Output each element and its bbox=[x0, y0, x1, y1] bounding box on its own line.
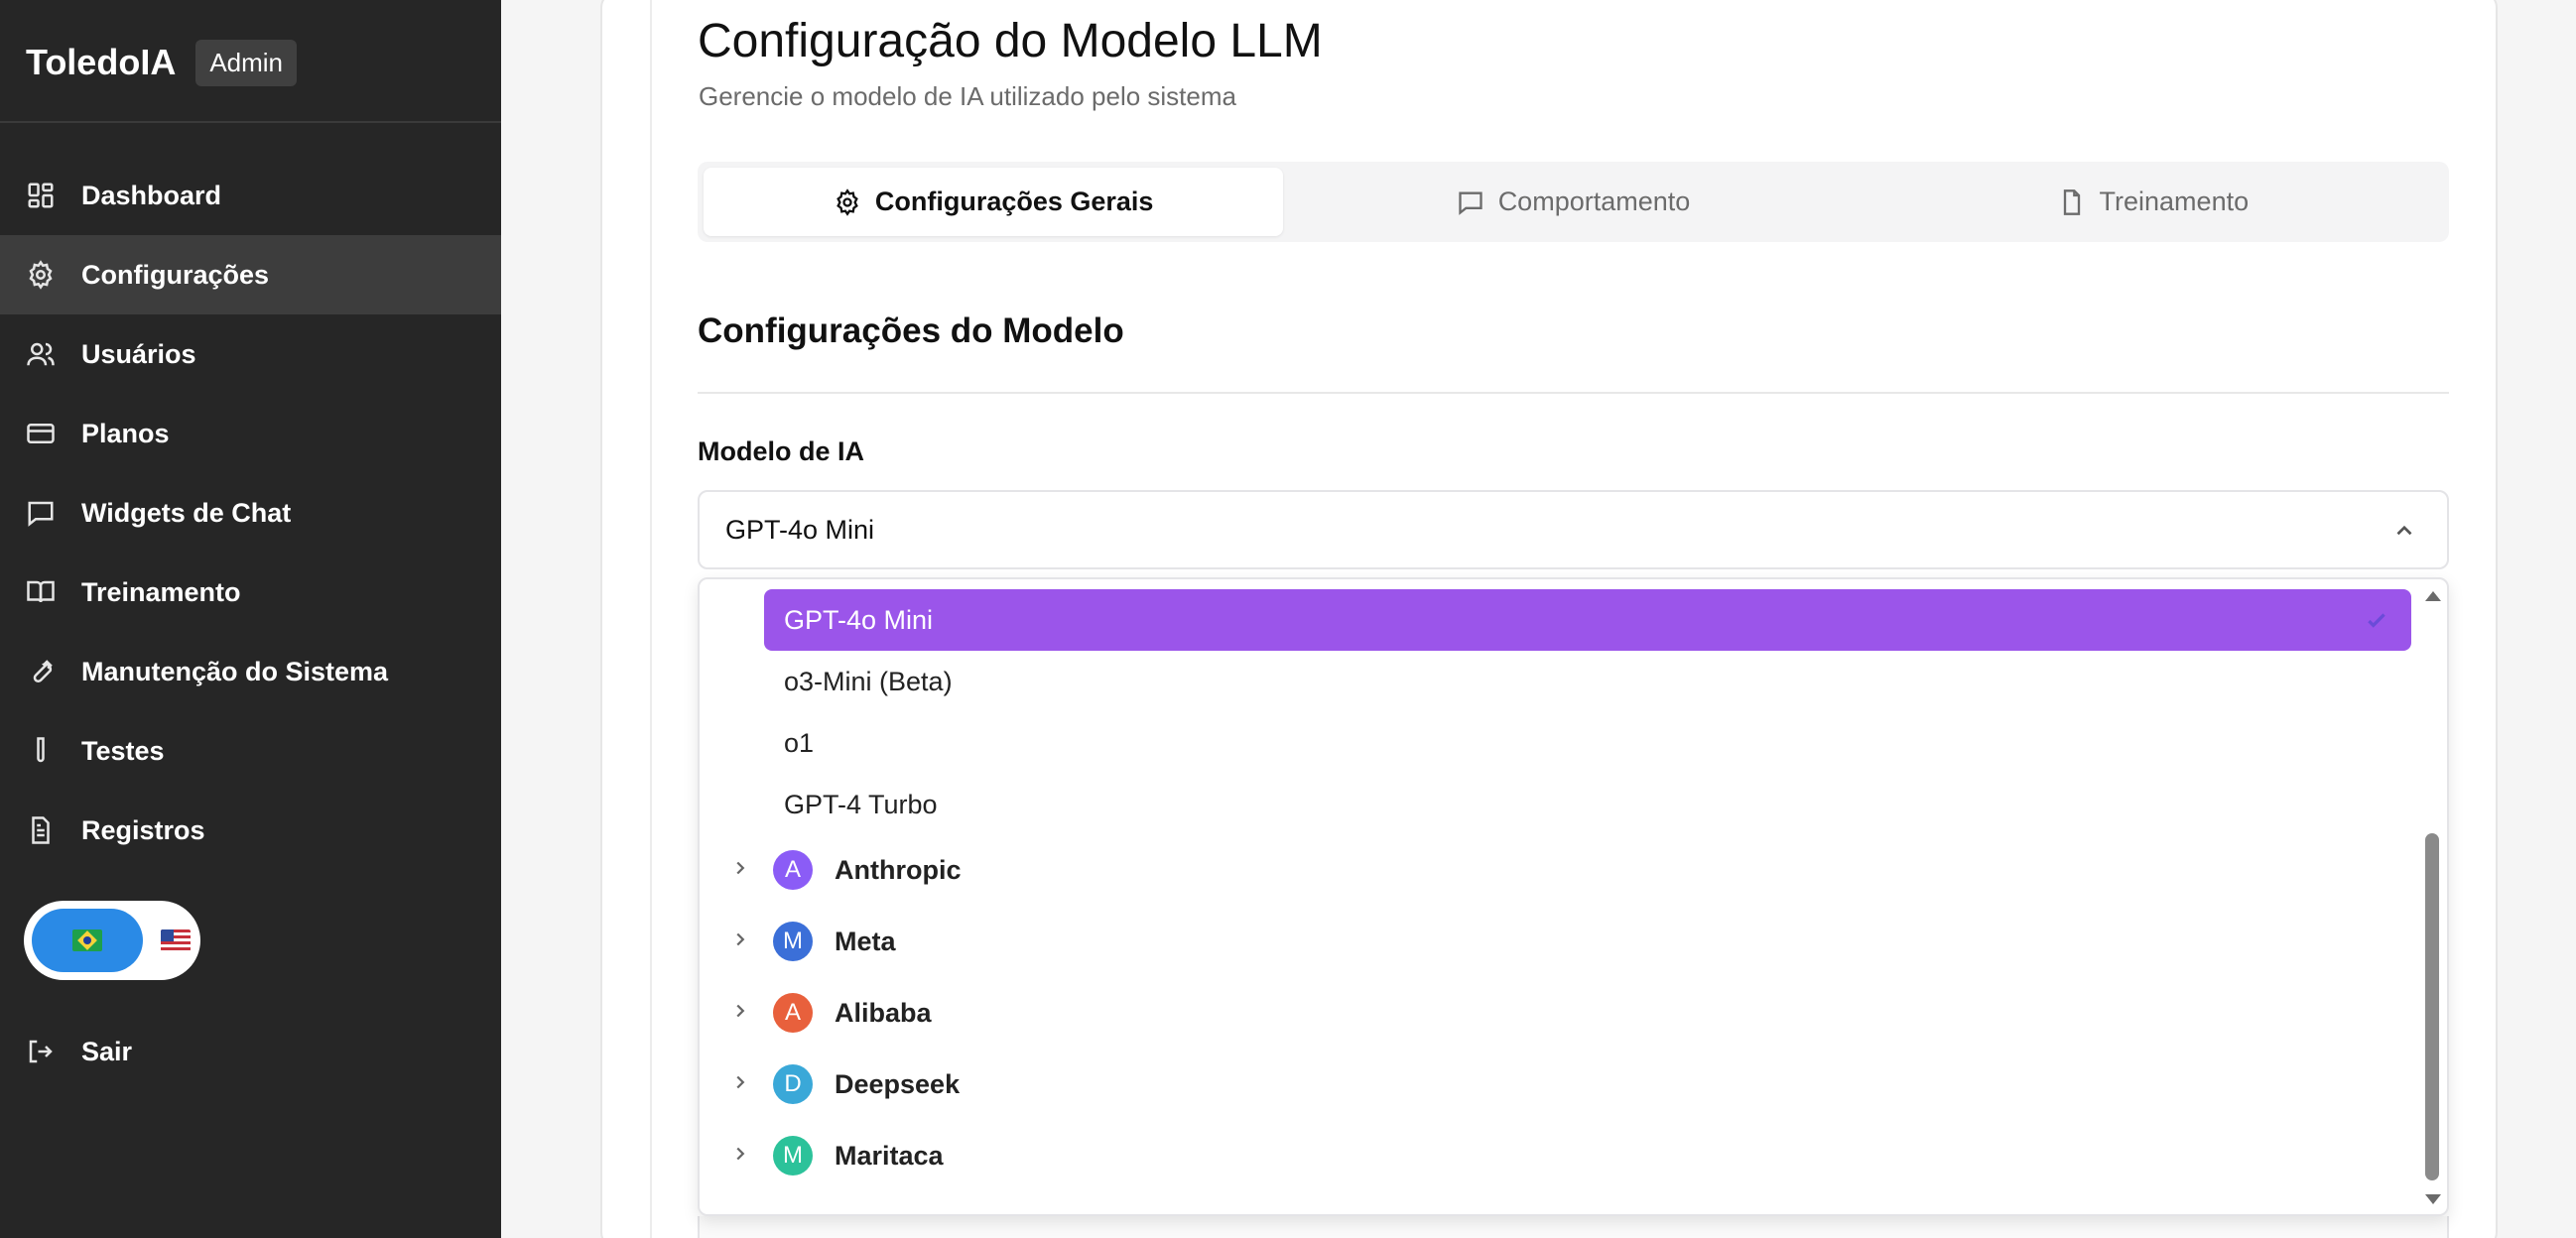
scrollbar-thumb[interactable] bbox=[2425, 833, 2439, 1180]
sidebar-item-treinamento[interactable]: Treinamento bbox=[0, 553, 501, 632]
logout-label: Sair bbox=[81, 1036, 133, 1066]
file-icon bbox=[2063, 188, 2080, 215]
section-title: Configurações do Modelo bbox=[698, 311, 1124, 350]
provider-avatar: D bbox=[773, 1064, 813, 1104]
sidebar-item-label: Widgets de Chat bbox=[81, 497, 292, 528]
sidebar-item-label: Manutenção do Sistema bbox=[81, 656, 389, 686]
us-flag-icon[interactable] bbox=[161, 929, 191, 951]
provider-label: Alibaba bbox=[835, 997, 932, 1028]
sidebar-item-testes[interactable]: Testes bbox=[0, 711, 501, 791]
sidebar-item-label: Testes bbox=[81, 735, 165, 766]
sidebar-item-manutencao[interactable]: Manutenção do Sistema bbox=[0, 632, 501, 711]
provider-avatar: M bbox=[773, 1136, 813, 1176]
section-divider bbox=[698, 392, 2449, 394]
chevron-right-icon bbox=[729, 855, 751, 886]
page-subtitle: Gerencie o modelo de IA utilizado pelo s… bbox=[699, 81, 1236, 111]
page-title: Configuração do Modelo LLM bbox=[698, 15, 1323, 67]
chevron-up-icon bbox=[2391, 518, 2417, 544]
check-icon bbox=[2364, 607, 2389, 633]
provider-avatar: A bbox=[773, 993, 813, 1033]
gear-icon bbox=[26, 260, 56, 290]
scroll-down-arrow-icon[interactable] bbox=[2425, 1194, 2441, 1204]
tab-label: Treinamento bbox=[2099, 186, 2250, 216]
wrench-icon bbox=[26, 657, 56, 686]
provider-group-maritaca[interactable]: M Maritaca bbox=[729, 1125, 944, 1186]
logout-icon bbox=[29, 1040, 53, 1063]
sidebar-item-usuarios[interactable]: Usuários bbox=[0, 314, 501, 394]
sidebar-item-dashboard[interactable]: Dashboard bbox=[0, 156, 501, 235]
sidebar-item-configuracoes[interactable]: Configurações bbox=[0, 235, 501, 314]
users-icon bbox=[26, 339, 56, 369]
provider-group-anthropic[interactable]: A Anthropic bbox=[729, 839, 962, 901]
tab-configuracoes-gerais[interactable]: Configurações Gerais bbox=[704, 168, 1284, 236]
chevron-right-icon bbox=[729, 998, 751, 1029]
option-label: o1 bbox=[784, 727, 815, 758]
sidebar-divider bbox=[0, 121, 501, 123]
chevron-right-icon bbox=[729, 927, 751, 957]
sidebar-nav: Dashboard Configurações Usuários Planos … bbox=[0, 156, 501, 870]
sidebar-item-label: Configurações bbox=[81, 259, 270, 290]
option-label: o3-Mini (Beta) bbox=[784, 666, 953, 696]
sidebar-item-planos[interactable]: Planos bbox=[0, 394, 501, 473]
model-select[interactable]: GPT-4o Mini bbox=[698, 490, 2449, 569]
scroll-up-arrow-icon[interactable] bbox=[2425, 591, 2441, 601]
sidebar-item-widgets[interactable]: Widgets de Chat bbox=[0, 473, 501, 553]
grid-icon bbox=[26, 181, 56, 210]
tab-comportamento[interactable]: Comportamento bbox=[1283, 168, 1863, 236]
chat-icon bbox=[26, 498, 56, 528]
model-option-gpt-4o-mini[interactable]: GPT-4o Mini bbox=[764, 589, 2411, 651]
chat-icon bbox=[1459, 191, 1482, 215]
sidebar-item-registros[interactable]: Registros bbox=[0, 791, 501, 870]
tab-label: Configurações Gerais bbox=[874, 186, 1154, 216]
sidebar-item-label: Registros bbox=[81, 814, 205, 845]
book-icon bbox=[26, 577, 56, 607]
provider-group-alibaba[interactable]: A Alibaba bbox=[729, 982, 932, 1044]
language-toggle[interactable] bbox=[24, 901, 200, 980]
provider-group-meta[interactable]: M Meta bbox=[729, 911, 896, 972]
option-label: GPT-4o Mini bbox=[784, 604, 934, 635]
model-option-o1[interactable]: o1 bbox=[764, 712, 2411, 774]
brazil-flag-icon bbox=[72, 929, 102, 951]
content-border bbox=[650, 0, 652, 1238]
credit-card-icon bbox=[26, 419, 56, 448]
provider-label: Meta bbox=[835, 926, 896, 956]
provider-avatar: M bbox=[773, 922, 813, 961]
provider-avatar: A bbox=[773, 850, 813, 890]
logout-button[interactable]: Sair bbox=[26, 1012, 132, 1091]
brand-name: ToledoIA bbox=[26, 42, 177, 82]
sidebar-item-label: Planos bbox=[81, 418, 170, 448]
file-text-icon bbox=[26, 815, 56, 845]
sidebar-item-label: Treinamento bbox=[81, 576, 241, 607]
provider-label: Maritaca bbox=[835, 1140, 944, 1171]
tab-treinamento[interactable]: Treinamento bbox=[1864, 168, 2443, 236]
model-dropdown: GPT-4o Mini o3-Mini (Beta) o1 GPT-4 Turb… bbox=[698, 577, 2449, 1216]
sidebar-item-label: Dashboard bbox=[81, 180, 222, 210]
provider-label: Deepseek bbox=[835, 1068, 961, 1099]
chevron-right-icon bbox=[729, 1141, 751, 1172]
provider-label: Anthropic bbox=[835, 854, 962, 885]
model-select-value: GPT-4o Mini bbox=[725, 514, 875, 545]
language-option-pt[interactable] bbox=[32, 909, 143, 972]
gear-icon bbox=[837, 187, 858, 216]
role-badge: Admin bbox=[195, 39, 298, 86]
brand: ToledoIA Admin bbox=[26, 38, 298, 87]
option-label: GPT-4 Turbo bbox=[784, 789, 938, 819]
dropdown-scrollbar[interactable] bbox=[2421, 583, 2443, 1210]
tab-label: Comportamento bbox=[1497, 186, 1691, 216]
model-option-o3-mini[interactable]: o3-Mini (Beta) bbox=[764, 651, 2411, 712]
test-tube-icon bbox=[26, 736, 56, 766]
sidebar-item-label: Usuários bbox=[81, 338, 196, 369]
tab-bar: Configurações Gerais Comportamento Trein… bbox=[698, 162, 2449, 242]
model-field-label: Modelo de IA bbox=[698, 436, 864, 466]
provider-group-deepseek[interactable]: D Deepseek bbox=[729, 1053, 960, 1115]
chevron-right-icon bbox=[729, 1069, 751, 1100]
model-option-gpt-4-turbo[interactable]: GPT-4 Turbo bbox=[764, 774, 2411, 835]
hidden-field-edge bbox=[698, 1216, 2449, 1238]
sidebar: ToledoIA Admin Dashboard Configurações U… bbox=[0, 0, 501, 1238]
